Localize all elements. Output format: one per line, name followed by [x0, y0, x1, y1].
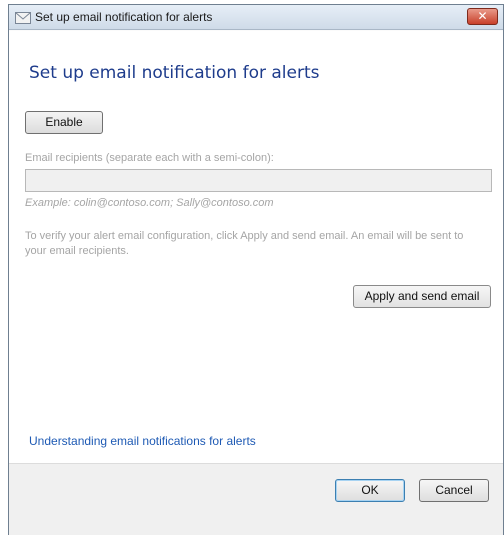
- title-bar: Set up email notification for alerts ✕: [9, 5, 503, 30]
- dialog-content: Set up email notification for alerts Ena…: [9, 31, 503, 463]
- verify-instructions: To verify your alert email configuration…: [25, 230, 464, 257]
- close-button[interactable]: ✕: [467, 8, 498, 25]
- dialog-window: Set up email notification for alerts ✕ S…: [8, 4, 504, 535]
- enable-button[interactable]: Enable: [25, 111, 103, 134]
- help-link[interactable]: Understanding email notifications for al…: [29, 434, 256, 448]
- email-recipients-input[interactable]: [25, 169, 492, 192]
- dialog-footer: OK Cancel: [9, 463, 503, 535]
- mail-icon: [15, 11, 31, 24]
- ok-button[interactable]: OK: [335, 479, 405, 502]
- cancel-button[interactable]: Cancel: [419, 479, 489, 502]
- email-recipients-label: Email recipients (separate each with a s…: [25, 152, 274, 164]
- window-title: Set up email notification for alerts: [35, 10, 213, 24]
- apply-and-send-email-button[interactable]: Apply and send email: [353, 285, 491, 308]
- page-title: Set up email notification for alerts: [29, 63, 320, 83]
- close-icon: ✕: [477, 9, 488, 23]
- example-text: Example: colin@contoso.com; Sally@contos…: [25, 197, 274, 209]
